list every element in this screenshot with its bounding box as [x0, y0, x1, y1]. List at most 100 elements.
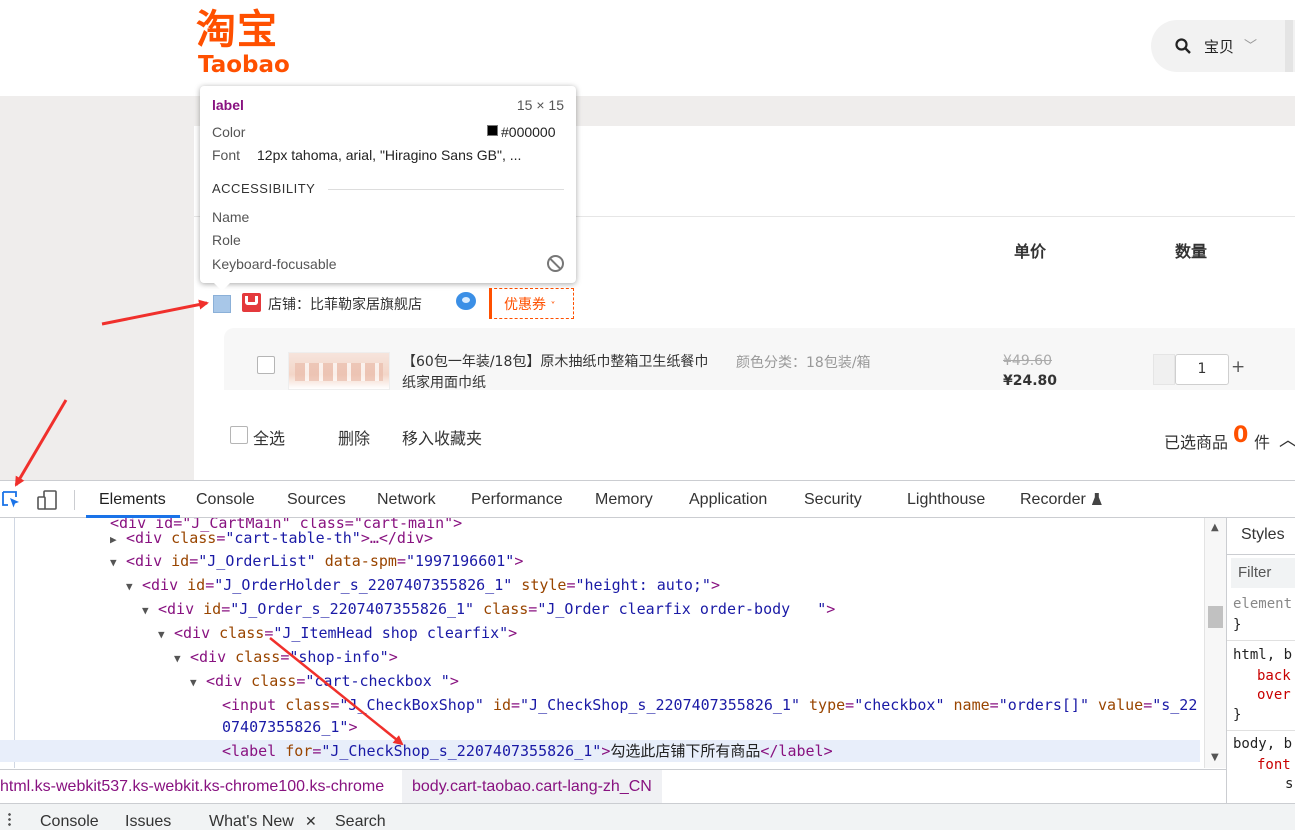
breadcrumb-item-html[interactable]: html.ks-webkit537.ks-webkit.ks-chrome100… [0, 778, 384, 796]
devtools-toolbar: Elements Console Sources Network Perform… [0, 480, 1295, 518]
expanded-triangle-icon[interactable]: ▼ [158, 624, 174, 646]
item-checkbox[interactable] [257, 356, 275, 374]
style-rule-selector: body, b [1233, 736, 1293, 752]
shop-name-link[interactable]: 店铺：比菲勒家居旗舰店 [268, 294, 422, 314]
dom-node[interactable]: ▼ <div class="shop-info"> [174, 646, 398, 668]
item-spec: 颜色分类：18包装/箱 [736, 355, 871, 371]
inspector-tooltip: label 15 × 15 Color #000000 Font 12px ta… [200, 86, 576, 291]
original-price: ¥49.60 [1003, 353, 1052, 369]
tab-security[interactable]: Security [804, 491, 862, 509]
site-header: 淘宝 Taobao 宝贝 ﹀ [0, 0, 1295, 96]
wangwang-chat-icon[interactable] [456, 292, 476, 310]
tooltip-tag-name: label [212, 97, 244, 113]
close-icon[interactable]: ✕ [305, 813, 317, 830]
selected-items-unit: 件 [1254, 433, 1271, 452]
dom-node[interactable]: ▼ <div id="J_Order_s_2207407355826_1" cla… [142, 598, 835, 620]
styles-filter-input[interactable]: Filter [1231, 558, 1295, 588]
dom-node[interactable]: ▶ <div class="cart-table-th">…</div> [110, 527, 433, 549]
scroll-down-icon[interactable]: ▼ [1211, 752, 1219, 763]
tooltip-color-label: Color [212, 124, 246, 140]
inspect-element-icon[interactable] [0, 489, 22, 511]
tab-memory[interactable]: Memory [595, 491, 653, 509]
gutter [14, 518, 15, 768]
quantity-stepper: 1 + [1153, 354, 1249, 385]
item-thumbnail[interactable] [288, 352, 390, 390]
dom-node[interactable]: ▼ <div id="J_OrderList" data-spm="1997196… [110, 550, 523, 572]
device-toolbar-icon[interactable] [36, 489, 58, 511]
dom-node[interactable]: ▼ <div class="cart-checkbox "> [190, 670, 459, 692]
tab-performance[interactable]: Performance [471, 491, 563, 509]
tab-styles[interactable]: Styles [1241, 526, 1285, 544]
tab-elements[interactable]: Elements [99, 491, 166, 509]
tab-sources[interactable]: Sources [287, 491, 346, 509]
select-all-label[interactable]: 全选 [253, 425, 285, 449]
tab-application[interactable]: Application [689, 491, 767, 509]
left-margin [0, 96, 194, 480]
select-all-checkbox[interactable] [230, 426, 248, 444]
divider [1227, 554, 1295, 555]
drawer-tab-issues[interactable]: Issues [125, 813, 171, 830]
divider [1227, 640, 1295, 641]
dom-tree: <div id="J_CartMain" class="cart-main"> … [0, 518, 1210, 768]
expanded-triangle-icon[interactable]: ▼ [126, 576, 142, 598]
dom-node[interactable]: ▼ <div id="J_OrderHolder_s_2207407355826_… [126, 574, 720, 596]
drawer-tab-whats-new[interactable]: What's New [209, 813, 294, 830]
style-rule-close: } [1233, 707, 1242, 723]
divider [328, 189, 564, 190]
expanded-triangle-icon[interactable]: ▼ [190, 672, 206, 694]
expanded-triangle-icon[interactable]: ▼ [110, 552, 126, 574]
taobao-logo[interactable]: 淘宝 Taobao [196, 8, 308, 84]
logo-chinese: 淘宝 [196, 7, 278, 53]
selected-items-label: 已选商品 [1164, 433, 1229, 452]
logo-english: Taobao [198, 52, 290, 78]
color-swatch [487, 125, 498, 136]
tooltip-size: 15 × 15 [516, 97, 564, 113]
shop-checkbox[interactable] [213, 295, 231, 313]
selected-dom-node[interactable]: <label for="J_CheckShop_s_2207407355826_… [0, 740, 1200, 762]
tab-recorder[interactable]: Recorder [1020, 491, 1102, 509]
not-focusable-icon [547, 255, 564, 272]
dom-node[interactable]: <input class="J_CheckBoxShop" id="J_Chec… [222, 694, 1197, 716]
tmall-shop-icon [242, 293, 261, 312]
dom-node-wrap: 07407355826_1"> [222, 718, 358, 736]
item-title-link[interactable]: 【60包一年装/18包】原木抽纸巾整箱卫生纸餐巾纸家用面巾纸 [402, 352, 712, 394]
tab-network[interactable]: Network [377, 491, 436, 509]
tooltip-accessibility-heading: ACCESSIBILITY [212, 181, 316, 196]
quantity-input[interactable]: 1 [1175, 354, 1229, 385]
tab-lighthouse[interactable]: Lighthouse [907, 491, 985, 509]
tooltip-focusable-label: Keyboard-focusable [212, 256, 337, 272]
tooltip-font-label: Font [212, 147, 241, 163]
collapsed-triangle-icon[interactable]: ▶ [110, 529, 126, 551]
quantity-decrease-button[interactable] [1153, 354, 1175, 385]
scroll-thumb[interactable] [1208, 606, 1223, 628]
selected-items-count: 0 [1233, 423, 1249, 448]
dom-node[interactable]: ▼ <div class="J_ItemHead shop clearfix"> [158, 622, 517, 644]
tooltip-name-label: Name [212, 209, 250, 225]
dom-breadcrumb: html.ks-webkit537.ks-webkit.ks-chrome100… [0, 769, 1226, 803]
divider [1227, 730, 1295, 731]
tab-console[interactable]: Console [196, 491, 255, 509]
shop-header: 店铺：比菲勒家居旗舰店 优惠券 ˅ [194, 288, 714, 320]
tab-recorder-label: Recorder [1020, 491, 1086, 508]
style-value: s [1285, 776, 1294, 792]
style-property[interactable]: over [1257, 687, 1291, 703]
expanded-triangle-icon[interactable]: ▼ [174, 648, 190, 670]
drawer-tab-search[interactable]: Search [335, 813, 386, 830]
delete-button[interactable]: 删除 [338, 425, 370, 449]
column-header-quantity: 数量 [1175, 242, 1208, 261]
current-price: ¥24.80 [1003, 373, 1058, 389]
search-scope-selector[interactable]: 宝贝 ﹀ [1151, 20, 1295, 72]
coupon-button[interactable]: 优惠券 ˅ [489, 288, 574, 319]
style-property[interactable]: font [1257, 757, 1291, 773]
drawer-menu-icon[interactable] [8, 812, 11, 826]
dom-tree-scrollbar[interactable]: ▲ ▼ [1204, 518, 1226, 768]
drawer-tab-console[interactable]: Console [40, 813, 99, 830]
expanded-triangle-icon[interactable]: ▼ [142, 600, 158, 622]
chevron-up-icon[interactable]: ︿ [1279, 426, 1295, 452]
style-property[interactable]: back [1257, 668, 1291, 684]
scroll-up-icon[interactable]: ▲ [1211, 522, 1219, 533]
devtools-drawer: Console Issues What's New ✕ Search [0, 803, 1295, 830]
breadcrumb-item-body[interactable]: body.cart-taobao.cart-lang-zh_CN [402, 770, 662, 803]
quantity-increase-button[interactable]: + [1231, 357, 1245, 377]
move-to-favorites-button[interactable]: 移入收藏夹 [402, 425, 482, 449]
